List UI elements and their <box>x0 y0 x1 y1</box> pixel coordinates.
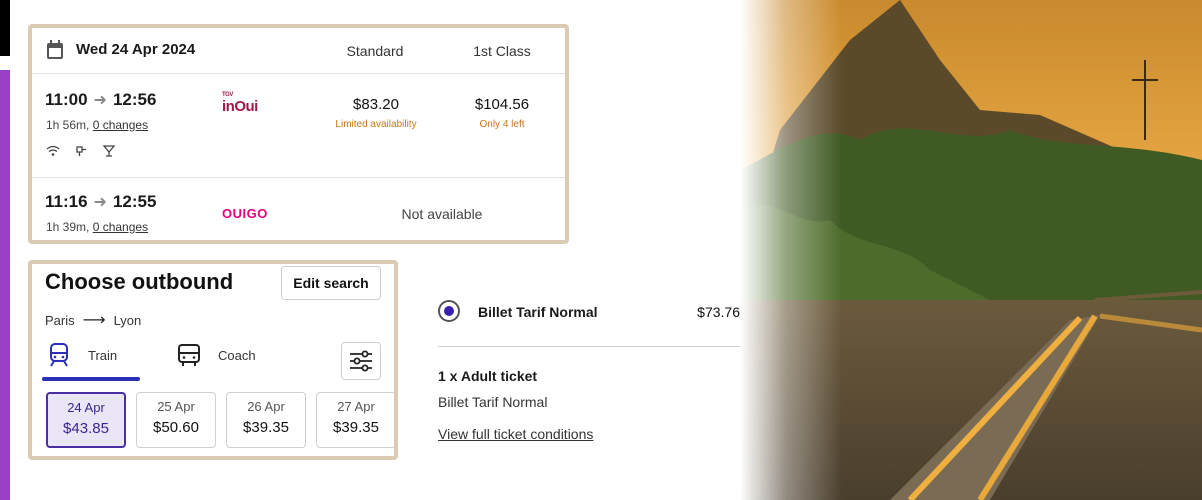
trip-duration: 1h 56m, 0 changes <box>46 118 148 132</box>
route-destination: Lyon <box>113 312 142 328</box>
side-stripe-purple <box>0 70 10 500</box>
bar-icon <box>102 145 116 157</box>
route: Paris ⟶ Lyon <box>45 310 141 330</box>
tab-coach-label: Coach <box>218 347 256 363</box>
operator-name: inOui <box>222 98 258 115</box>
standard-column-header: Standard <box>346 43 404 59</box>
date-option[interactable]: 26 Apr $39.35 <box>226 392 306 448</box>
date-option-price: $43.85 <box>63 420 109 437</box>
date-option-price: $50.60 <box>153 419 199 436</box>
trip-duration: 1h 39m, 0 changes <box>46 220 148 234</box>
trip-times: 11:00 ➜ 12:56 <box>45 90 156 110</box>
filter-button[interactable] <box>341 342 381 380</box>
standard-price: $83.20 <box>353 96 399 113</box>
tab-coach[interactable]: Coach <box>176 342 256 368</box>
fare-name: Billet Tarif Normal <box>478 304 598 320</box>
train-icon <box>50 343 68 367</box>
departure-time: 11:00 <box>45 90 88 109</box>
arrow-right-icon: ⟶ <box>82 312 106 329</box>
fare-price: $73.76 <box>697 304 740 320</box>
changes-link[interactable]: 0 changes <box>93 220 148 234</box>
duration-text: 1h 39m, <box>46 220 93 234</box>
duration-text: 1h 56m, <box>46 118 93 132</box>
tab-train[interactable]: Train <box>46 342 117 368</box>
arrow-right-icon: ➜ <box>93 92 107 109</box>
calendar-icon <box>47 40 63 59</box>
ticket-title: 1 x Adult ticket <box>438 368 538 384</box>
ticket-subtitle: Billet Tarif Normal <box>438 394 548 410</box>
date-option-price: $39.35 <box>243 419 289 436</box>
trip-row[interactable]: 11:00 ➜ 12:56 1h 56m, 0 changes TGV inOu… <box>32 74 565 178</box>
date-option[interactable]: 27 Apr $39.35 <box>316 392 394 448</box>
wifi-icon <box>46 145 60 156</box>
edit-search-button[interactable]: Edit search <box>281 266 381 300</box>
first-class-column-header: 1st Class <box>473 43 531 59</box>
inoui-logo-small: TGV <box>222 92 233 98</box>
divider <box>438 346 740 347</box>
railway-sunset-photo <box>740 0 1202 500</box>
standard-fare[interactable]: $83.20 Limited availability <box>322 96 430 130</box>
selected-tab-indicator <box>42 377 140 381</box>
date-option-date: 27 Apr <box>337 399 375 414</box>
date-option-selected[interactable]: 24 Apr $43.85 <box>46 392 126 448</box>
first-class-price: $104.56 <box>474 96 530 113</box>
date-option-date: 26 Apr <box>247 399 285 414</box>
trip-times: 11:16 ➜ 12:55 <box>45 192 156 212</box>
amenities <box>46 144 116 158</box>
first-class-availability: Only 4 left <box>479 119 525 130</box>
route-origin: Paris <box>45 312 75 328</box>
ouigo-logo: OUIGO <box>222 206 268 221</box>
date-option-date: 25 Apr <box>157 399 195 414</box>
power-socket-icon <box>76 146 86 156</box>
fare-radio-selected[interactable] <box>438 300 460 322</box>
choose-outbound-card: Choose outbound Edit search Paris ⟶ Lyon… <box>28 260 398 460</box>
trip-results-card: Wed 24 Apr 2024 Standard 1st Class 11:00… <box>28 24 569 244</box>
trip-row[interactable]: 11:16 ➜ 12:55 1h 39m, 0 changes OUIGO No… <box>32 178 565 240</box>
inoui-logo: TGV inOui <box>222 92 258 115</box>
not-available-text: Not available <box>401 206 483 222</box>
date-option-price: $39.35 <box>333 419 379 436</box>
coach-icon <box>178 344 200 366</box>
date-option-date: 24 Apr <box>67 400 105 415</box>
arrival-time: 12:56 <box>112 90 157 109</box>
arrow-right-icon: ➜ <box>93 194 107 211</box>
side-stripe-black <box>0 0 10 56</box>
date-option[interactable]: 25 Apr $50.60 <box>136 392 216 448</box>
first-class-fare[interactable]: $104.56 Only 4 left <box>457 96 547 130</box>
tab-train-label: Train <box>88 347 118 363</box>
page-title: Choose outbound <box>45 269 234 294</box>
changes-link[interactable]: 0 changes <box>93 118 148 132</box>
trip-header: Wed 24 Apr 2024 Standard 1st Class <box>32 28 565 74</box>
arrival-time: 12:55 <box>112 192 157 211</box>
sliders-icon <box>350 350 372 372</box>
departure-time: 11:16 <box>45 192 88 211</box>
ticket-conditions-link[interactable]: View full ticket conditions <box>438 426 593 442</box>
trip-date: Wed 24 Apr 2024 <box>76 41 196 58</box>
standard-availability: Limited availability <box>335 119 417 130</box>
